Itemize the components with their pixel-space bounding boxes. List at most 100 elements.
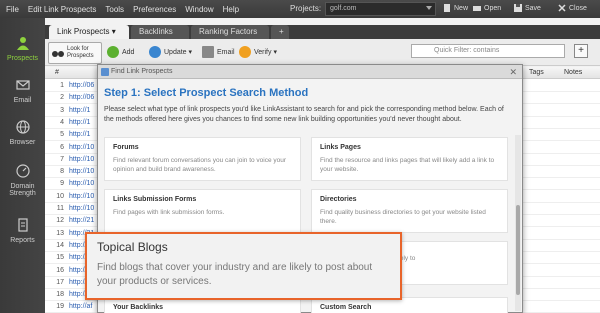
header-tags[interactable]: Tags <box>529 69 544 76</box>
project-select[interactable]: golf.com <box>325 2 436 16</box>
update-label: Update <box>164 48 187 56</box>
row-number: 14 <box>56 241 64 249</box>
row-number: 10 <box>56 192 64 200</box>
tab-bar: Link Prospects ▾ Backlinks Ranking Facto… <box>45 25 600 39</box>
row-url[interactable]: http://06 <box>69 82 94 89</box>
method-card-links-pages[interactable]: Links Pages Find the resource and links … <box>311 137 508 181</box>
callout-body: Find blogs that cover your industry and … <box>97 262 373 287</box>
card-title: Links Submission Forms <box>113 196 197 203</box>
filter-placeholder: Quick Filter: contains <box>434 47 500 54</box>
sidebar-item-domain-strength[interactable]: Domain Strength <box>0 164 45 197</box>
tab-backlinks[interactable]: Backlinks <box>131 25 189 39</box>
main-menu: File Edit Link Prospects Tools Preferenc… <box>0 5 248 14</box>
dialog-title-bar: Find Link Prospects ✕ <box>98 65 522 79</box>
add-tab-button[interactable]: + <box>271 25 289 39</box>
save-icon <box>514 4 522 12</box>
row-number: 18 <box>56 291 64 299</box>
binoculars-icon <box>52 50 64 57</box>
row-url[interactable]: http://21 <box>69 217 94 224</box>
close-icon <box>558 4 566 12</box>
row-url[interactable]: http://1 <box>69 119 90 126</box>
add-column-button[interactable]: + <box>574 44 588 58</box>
dialog-scrollbar-thumb[interactable] <box>516 205 520 295</box>
look-for-prospects-button[interactable]: Look for Prospects <box>48 42 102 64</box>
sidebar-item-label-line2: Strength <box>9 190 36 197</box>
email-button[interactable]: Email <box>202 46 235 58</box>
menu-file[interactable]: File <box>6 5 19 14</box>
method-card-directories[interactable]: Directories Find quality business direct… <box>311 189 508 233</box>
quick-filter-input[interactable]: Quick Filter: contains <box>411 44 565 58</box>
app-icon <box>101 68 109 76</box>
row-url[interactable]: http://10 <box>69 144 94 151</box>
row-url[interactable]: http://1 <box>69 107 90 114</box>
sidebar-item-label: Email <box>13 97 32 104</box>
sidebar: Prospects Email Browser Domain Strength … <box>0 18 45 313</box>
folder-icon <box>473 6 481 11</box>
row-url[interactable]: http://10 <box>69 180 94 187</box>
gauge-icon <box>15 164 30 178</box>
close-label: Close <box>569 4 587 12</box>
card-desc: Find relevant forum conversations you ca… <box>113 157 287 173</box>
menu-tools[interactable]: Tools <box>105 5 124 14</box>
close-button[interactable]: Close <box>558 4 587 12</box>
row-url[interactable]: http://10 <box>69 193 94 200</box>
globe-icon <box>15 120 30 134</box>
method-card-forums[interactable]: Forums Find relevant forum conversations… <box>104 137 301 181</box>
save-label: Save <box>525 4 541 12</box>
tab-label: Ranking Factors <box>199 27 258 36</box>
new-button[interactable]: New <box>443 4 468 12</box>
save-button[interactable]: Save <box>514 4 541 12</box>
tab-link-prospects[interactable]: Link Prospects ▾ <box>49 25 129 39</box>
update-button[interactable]: Update ▾ <box>149 46 192 58</box>
tab-ranking-factors[interactable]: Ranking Factors <box>191 25 269 39</box>
method-card-links-submission-forms[interactable]: Links Submission Forms Find pages with l… <box>104 189 301 233</box>
topical-blogs-callout[interactable]: Topical Blogs Find blogs that cover your… <box>85 232 402 300</box>
menu-window[interactable]: Window <box>185 5 213 14</box>
row-number: 6 <box>60 143 64 151</box>
menu-bar: File Edit Link Prospects Tools Preferenc… <box>0 0 600 18</box>
email-label: Email <box>217 48 235 56</box>
row-number: 1 <box>60 82 64 89</box>
add-button[interactable]: Add <box>107 46 134 58</box>
header-num[interactable]: # <box>55 69 59 76</box>
menu-help[interactable]: Help <box>223 5 239 14</box>
tab-label: Link Prospects <box>57 27 110 36</box>
plus-icon <box>107 46 119 58</box>
row-number: 17 <box>56 278 64 286</box>
card-desc: Find quality business directories to get… <box>320 209 486 225</box>
menu-edit-link-prospects[interactable]: Edit Link Prospects <box>28 5 96 14</box>
row-url[interactable]: http://af <box>69 303 92 310</box>
row-number: 7 <box>60 155 64 163</box>
menu-preferences[interactable]: Preferences <box>133 5 176 14</box>
row-number: 9 <box>60 180 64 188</box>
envelope-icon <box>15 80 30 90</box>
sidebar-item-reports[interactable]: Reports <box>0 218 45 244</box>
sidebar-item-prospects[interactable]: Prospects <box>0 36 45 62</box>
new-label: New <box>454 4 469 12</box>
card-title: Forums <box>113 144 139 151</box>
open-button[interactable]: Open <box>473 4 501 12</box>
row-number: 8 <box>60 168 64 176</box>
card-desc: Find the resource and links pages that w… <box>320 157 495 173</box>
sidebar-item-browser[interactable]: Browser <box>0 120 45 146</box>
card-title: Your Backlinks <box>113 304 164 311</box>
row-url[interactable]: http://10 <box>69 205 94 212</box>
sidebar-item-label: Prospects <box>6 55 39 62</box>
row-url[interactable]: http://1 <box>69 131 90 138</box>
row-url[interactable]: http://10 <box>69 156 94 163</box>
header-notes[interactable]: Notes <box>564 69 582 76</box>
open-label: Open <box>484 4 502 12</box>
sidebar-item-email[interactable]: Email <box>0 78 45 104</box>
look-line2: Prospects <box>67 53 94 59</box>
close-icon[interactable]: ✕ <box>509 67 517 78</box>
row-number: 3 <box>60 106 64 114</box>
chevron-down-icon <box>426 6 432 10</box>
refresh-icon <box>149 46 161 58</box>
envelope-icon <box>202 46 214 58</box>
row-url[interactable]: http://06 <box>69 94 94 101</box>
verify-button[interactable]: Verify ▾ <box>239 46 277 58</box>
step-description: Please select what type of link prospect… <box>104 106 504 123</box>
row-url[interactable]: http://10 <box>69 168 94 175</box>
step-heading: Step 1: Select Prospect Search Method <box>104 87 309 99</box>
row-number: 4 <box>60 118 64 126</box>
